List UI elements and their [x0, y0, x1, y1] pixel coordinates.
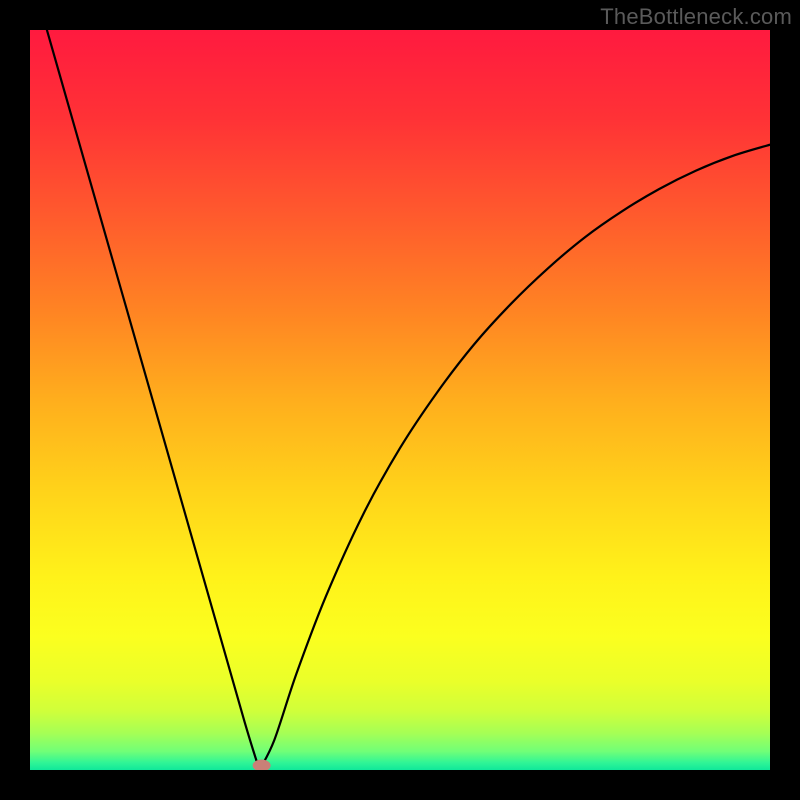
plot-area: [30, 30, 770, 770]
chart-frame: TheBottleneck.com: [0, 0, 800, 800]
bottleneck-chart: [30, 30, 770, 770]
watermark-text: TheBottleneck.com: [600, 4, 792, 30]
gradient-background: [30, 30, 770, 770]
